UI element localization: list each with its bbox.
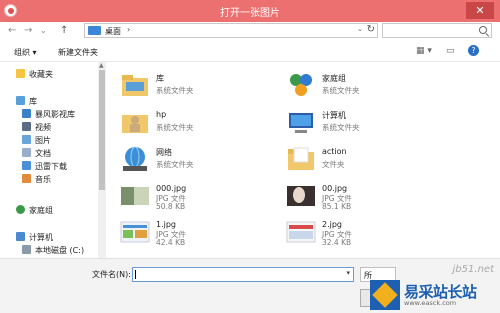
sidebar-item-libraries[interactable]: 库	[16, 96, 37, 108]
file-item[interactable]: hp 系统文件夹	[120, 107, 300, 141]
sidebar-item-pictures[interactable]: 图片	[22, 135, 51, 147]
videos-icon	[22, 122, 31, 131]
scrollbar-thumb[interactable]	[99, 70, 105, 190]
help-icon[interactable]: ?	[468, 45, 479, 56]
homegroup-icon	[16, 205, 25, 214]
desktop-folder-icon	[88, 26, 101, 35]
sidebar-item-xunlei[interactable]: 迅雷下载	[22, 161, 67, 173]
forward-button[interactable]: →	[24, 25, 32, 37]
file-item[interactable]: 库 系统文件夹	[120, 70, 300, 104]
sidebar-item-favorites[interactable]: 收藏夹	[16, 69, 53, 81]
download-icon	[22, 161, 31, 170]
sidebar-item-documents[interactable]: 文档	[22, 148, 51, 160]
library-folder-icon	[122, 75, 148, 96]
preview-pane-icon[interactable]: ▭	[446, 46, 455, 56]
file-item[interactable]: 2.jpg JPG 文件 32.4 KB	[286, 217, 466, 251]
folder-icon	[288, 147, 314, 170]
sidebar-item-homegroup[interactable]: 家庭组	[16, 205, 53, 217]
file-item[interactable]: 家庭组 系统文件夹	[286, 70, 466, 104]
file-item[interactable]: 网络 系统文件夹	[120, 144, 300, 178]
up-button[interactable]: ↑	[60, 25, 68, 37]
sidebar-item-computer[interactable]: 计算机	[16, 232, 53, 244]
view-options-icon[interactable]: ▦ ▾	[416, 46, 432, 56]
title-bar: 打开一张图片 ✕	[0, 0, 500, 22]
watermark-url: jb51.net	[452, 264, 494, 275]
star-icon	[16, 69, 25, 78]
filename-dropdown-button[interactable]: ▾	[346, 269, 350, 277]
recent-locations-button[interactable]: ⌄	[40, 25, 47, 37]
new-folder-button[interactable]: 新建文件夹	[58, 47, 98, 58]
window-title: 打开一张图片	[220, 8, 280, 19]
watermark-sub: www.easck.com	[404, 299, 457, 307]
image-thumbnail-icon	[121, 187, 149, 205]
image-thumbnail-icon	[120, 221, 150, 243]
navigation-pane: 收藏夹 库 暴风影视库 视频 图片 文档 迅雷下载 音乐 家庭组 计算机 本地磁…	[0, 62, 98, 258]
sidebar-item-videos[interactable]: 视频	[22, 122, 51, 134]
network-icon	[123, 146, 147, 171]
file-list: 库 系统文件夹 家庭组 系统文件夹 hp 系统文件夹 计算机 系统文件夹 网络 …	[106, 62, 500, 258]
organize-button[interactable]: 组织 ▾	[14, 47, 37, 58]
computer-icon	[16, 232, 25, 241]
navigation-scrollbar[interactable]: ▲	[98, 62, 106, 258]
filename-input[interactable]: ▾	[132, 267, 354, 282]
address-dropdown-button[interactable]: ⌄	[357, 25, 363, 33]
sidebar-item-baofeng[interactable]: 暴风影视库	[22, 109, 75, 121]
text-caret	[135, 270, 136, 279]
image-thumbnail-icon	[286, 221, 316, 243]
file-item[interactable]: 000.jpg JPG 文件 50.8 KB	[120, 181, 300, 215]
breadcrumb-chevron-icon[interactable]: ›	[127, 25, 130, 34]
back-button[interactable]: ←	[8, 25, 16, 37]
toolbar: 组织 ▾ 新建文件夹 ▦ ▾ ▭ ?	[0, 40, 500, 62]
refresh-button[interactable]: ↻	[367, 24, 375, 35]
image-thumbnail-icon	[287, 186, 315, 206]
homegroup-icon	[290, 74, 312, 96]
video-library-icon	[22, 109, 31, 118]
file-item[interactable]: 00.jpg JPG 文件 85.1 KB	[286, 181, 466, 215]
computer-icon	[289, 113, 313, 133]
scroll-up-icon[interactable]: ▲	[99, 62, 104, 69]
sidebar-item-music[interactable]: 音乐	[22, 174, 51, 186]
music-icon	[22, 174, 31, 183]
library-icon	[16, 96, 25, 105]
address-bar[interactable]: 桌面 › ⌄ ↻	[84, 23, 378, 38]
user-folder-icon	[122, 115, 148, 133]
sidebar-item-drive-c[interactable]: 本地磁盘 (C:)	[22, 245, 84, 257]
pictures-icon	[22, 135, 31, 144]
watermark-logo-icon	[370, 280, 400, 310]
address-location: 桌面	[105, 27, 121, 36]
watermark: jb51.net 易采站长站 www.easck.com	[368, 264, 500, 313]
search-icon	[479, 26, 487, 34]
search-input[interactable]	[382, 23, 492, 38]
file-item[interactable]: 计算机 系统文件夹	[286, 107, 466, 141]
file-item[interactable]: 1.jpg JPG 文件 42.4 KB	[120, 217, 300, 251]
file-item[interactable]: action 文件夹	[286, 144, 466, 178]
filename-label: 文件名(N):	[92, 270, 131, 279]
documents-icon	[22, 148, 31, 157]
drive-icon	[22, 245, 31, 254]
close-button[interactable]: ✕	[466, 2, 494, 19]
